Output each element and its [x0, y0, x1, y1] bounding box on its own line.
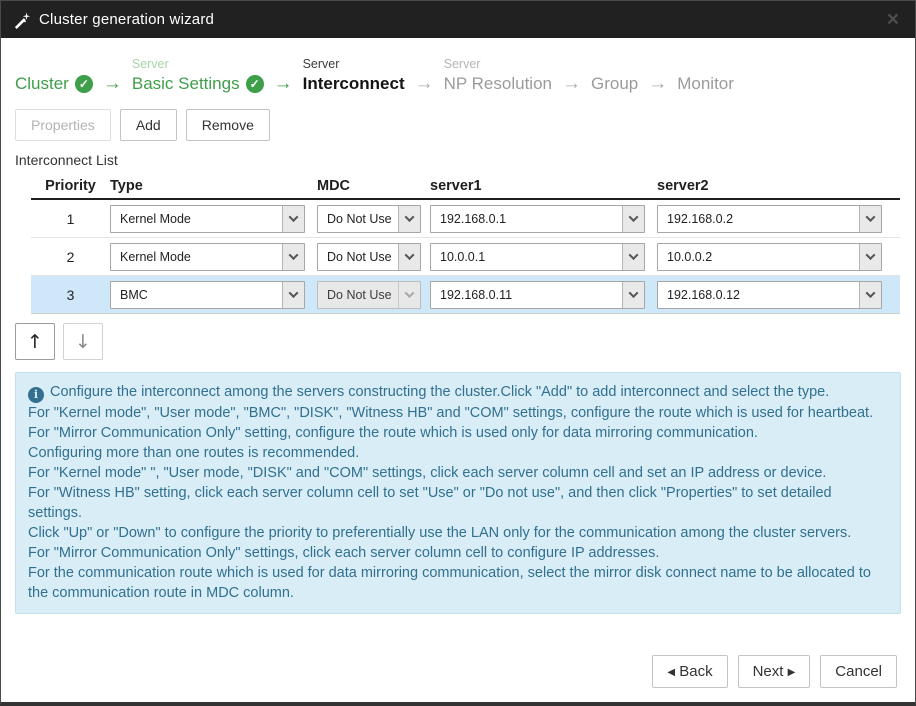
info-box: iConfigure the interconnect among the se…	[15, 372, 901, 614]
chevron-down-icon	[282, 282, 304, 308]
server1-select[interactable]: 10.0.0.1	[430, 243, 645, 271]
step-basic-settings-label: Basic Settings	[132, 72, 240, 96]
step-cluster-label: Cluster	[15, 72, 69, 96]
server2-select[interactable]: 10.0.0.2	[657, 243, 882, 271]
title-bar: Cluster generation wizard ×	[1, 1, 915, 38]
arrow-right-icon: →	[638, 72, 677, 96]
table-row-selected[interactable]: 3 BMC Do Not Use 192.168.0.11 192.168.0.…	[31, 276, 900, 314]
step-interconnect-label: Interconnect	[303, 72, 405, 96]
add-button[interactable]: Add	[120, 109, 177, 141]
chevron-down-icon	[398, 244, 420, 270]
type-select[interactable]: Kernel Mode	[110, 205, 305, 233]
info-line: For "Witness HB" setting, click each ser…	[28, 483, 888, 523]
chevron-down-icon	[859, 206, 881, 232]
step-cluster[interactable]: Cluster ✓	[15, 56, 93, 96]
back-button[interactable]: ◀ Back	[652, 655, 727, 688]
move-up-button[interactable]: ↑	[15, 323, 55, 360]
check-circle-icon: ✓	[246, 75, 264, 93]
chevron-down-icon	[859, 282, 881, 308]
step-np-resolution-sub: Server	[444, 56, 552, 72]
type-select[interactable]: BMC	[110, 281, 305, 309]
magic-wand-icon	[13, 11, 31, 29]
wizard-steps: Cluster ✓ → Server Basic Settings ✓ → Se…	[15, 52, 901, 96]
info-icon: i	[28, 387, 44, 403]
arrow-right-icon: →	[552, 72, 591, 96]
chevron-down-icon	[622, 282, 644, 308]
chevron-down-icon	[859, 244, 881, 270]
table-header: Priority Type MDC server1 server2	[31, 173, 900, 200]
info-line: For "Mirror Communication Only" settings…	[28, 543, 888, 563]
priority-reorder-controls: ↑ ↓	[15, 323, 901, 360]
table-row[interactable]: 1 Kernel Mode Do Not Use 192.168.0.1 192…	[31, 200, 900, 238]
server2-select[interactable]: 192.168.0.2	[657, 205, 882, 233]
mdc-select[interactable]: Do Not Use	[317, 243, 421, 271]
properties-button[interactable]: Properties	[15, 109, 111, 141]
info-line: For "Kernel mode" ", "User mode, "DISK" …	[28, 463, 888, 483]
toolbar: Properties Add Remove	[15, 109, 901, 141]
server1-select[interactable]: 192.168.0.1	[430, 205, 645, 233]
interconnect-table: Priority Type MDC server1 server2 1 Kern…	[31, 173, 900, 314]
chevron-down-icon	[282, 206, 304, 232]
info-line: Click "Up" or "Down" to configure the pr…	[28, 523, 888, 543]
step-group-label: Group	[591, 72, 638, 96]
arrow-right-icon: →	[405, 72, 444, 96]
col-header-server2: server2	[657, 178, 900, 194]
arrow-right-icon: →	[264, 72, 303, 96]
info-line: For the communication route which is use…	[28, 563, 888, 603]
col-header-priority: Priority	[31, 178, 110, 194]
step-monitor-label: Monitor	[677, 72, 734, 96]
arrow-right-icon: →	[93, 72, 132, 96]
chevron-down-icon	[622, 206, 644, 232]
step-np-resolution-label: NP Resolution	[444, 72, 552, 96]
info-line: Configuring more than one routes is reco…	[28, 443, 888, 463]
mdc-select[interactable]: Do Not Use	[317, 205, 421, 233]
server1-select[interactable]: 192.168.0.11	[430, 281, 645, 309]
cancel-button[interactable]: Cancel	[820, 655, 897, 688]
dialog-content: Cluster ✓ → Server Basic Settings ✓ → Se…	[1, 38, 915, 702]
mdc-select-disabled: Do Not Use	[317, 281, 421, 309]
step-basic-settings[interactable]: Server Basic Settings ✓	[132, 56, 264, 96]
priority-cell: 3	[31, 287, 110, 303]
info-line: iConfigure the interconnect among the se…	[28, 382, 888, 403]
col-header-server1: server1	[430, 178, 657, 194]
chevron-down-icon	[398, 206, 420, 232]
chevron-down-icon	[398, 282, 420, 308]
step-np-resolution[interactable]: Server NP Resolution	[444, 56, 552, 96]
interconnect-list-title: Interconnect List	[15, 152, 901, 168]
step-interconnect[interactable]: Server Interconnect	[303, 56, 405, 96]
server2-select[interactable]: 192.168.0.12	[657, 281, 882, 309]
window-title: Cluster generation wizard	[39, 11, 214, 28]
priority-cell: 2	[31, 249, 110, 265]
next-button[interactable]: Next ▶	[738, 655, 811, 688]
step-basic-settings-sub: Server	[132, 56, 264, 72]
back-arrow-icon: ◀	[667, 667, 675, 678]
close-icon[interactable]: ×	[883, 10, 903, 30]
step-interconnect-sub: Server	[303, 56, 405, 72]
chevron-down-icon	[622, 244, 644, 270]
step-group[interactable]: Group	[591, 56, 638, 96]
check-circle-icon: ✓	[75, 75, 93, 93]
remove-button[interactable]: Remove	[186, 109, 270, 141]
step-monitor[interactable]: Monitor	[677, 56, 734, 96]
cluster-generation-wizard-dialog: Cluster generation wizard × Cluster ✓ → …	[0, 0, 916, 706]
chevron-down-icon	[282, 244, 304, 270]
table-row[interactable]: 2 Kernel Mode Do Not Use 10.0.0.1 10.0.0…	[31, 238, 900, 276]
priority-cell: 1	[31, 211, 110, 227]
type-select[interactable]: Kernel Mode	[110, 243, 305, 271]
move-down-button[interactable]: ↓	[63, 323, 103, 360]
footer-buttons: ◀ Back Next ▶ Cancel	[652, 655, 897, 688]
col-header-type: Type	[110, 178, 317, 194]
next-arrow-icon: ▶	[788, 667, 796, 678]
info-line: For "Kernel mode", "User mode", "BMC", "…	[28, 403, 888, 443]
col-header-mdc: MDC	[317, 178, 430, 194]
